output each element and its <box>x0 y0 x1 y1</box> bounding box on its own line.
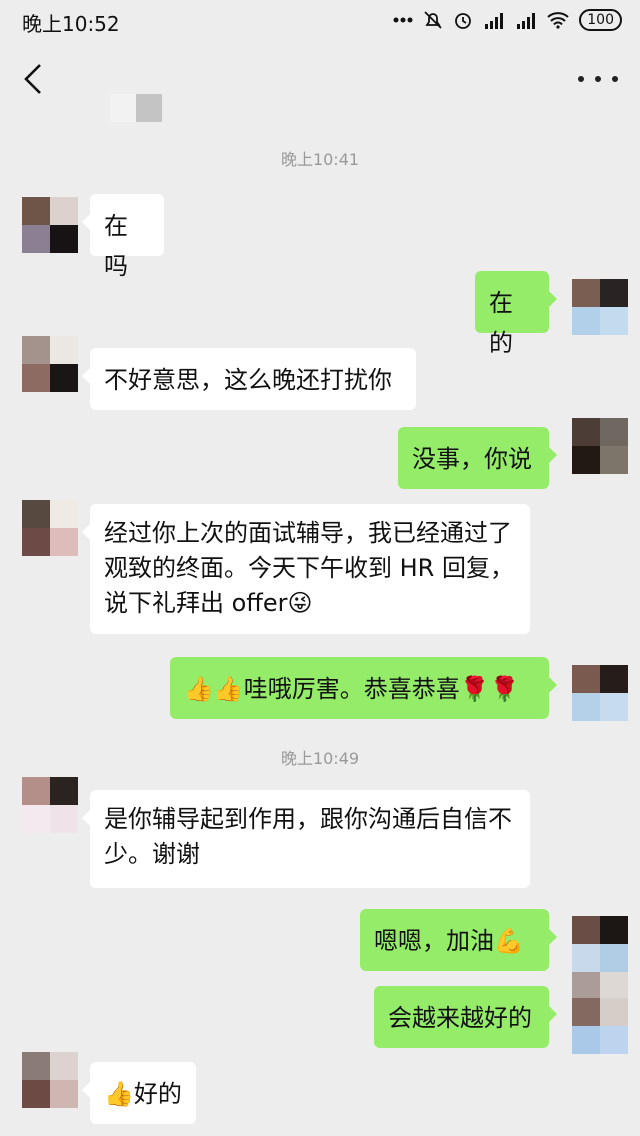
dots-icon <box>393 17 413 23</box>
message-text: 在吗 <box>104 212 128 280</box>
contact-avatar[interactable] <box>22 777 78 833</box>
message-bubble-left[interactable]: 是你辅导起到作用，跟你沟通后自信不 少。谢谢 <box>82 790 530 888</box>
wifi-icon <box>547 12 569 29</box>
my-avatar[interactable] <box>572 279 628 335</box>
contact-avatar[interactable] <box>22 197 78 253</box>
contact-avatar[interactable] <box>22 1052 78 1108</box>
message-text-line: 观致的终面。今天下午收到 HR 回复， <box>104 554 514 582</box>
my-avatar[interactable] <box>572 665 628 721</box>
message-text-line: 是你辅导起到作用，跟你沟通后自信不 <box>104 805 512 833</box>
message-text: 好的 <box>133 1080 182 1108</box>
more-dot-icon <box>578 76 584 82</box>
signal-hd-2-icon <box>517 13 536 29</box>
status-bar: 晚上10:52 100 <box>0 0 640 40</box>
more-options-button[interactable] <box>578 66 618 92</box>
status-time: 晚上10:52 <box>22 12 120 36</box>
message-bubble-right[interactable]: 嗯嗯，加油💪 <box>360 909 557 971</box>
message-bubble-right[interactable]: 没事，你说 <box>398 427 557 489</box>
message-bubble-left[interactable]: 不好意思，这么晚还打扰你 <box>82 348 416 410</box>
more-dot-icon <box>612 76 618 82</box>
my-avatar[interactable] <box>572 418 628 474</box>
signal-hd-icon <box>485 13 504 29</box>
message-bubble-left[interactable]: 经过你上次的面试辅导，我已经通过了 观致的终面。今天下午收到 HR 回复， 说下… <box>82 504 530 634</box>
more-dot-icon <box>595 76 601 82</box>
message-text: 不好意思，这么晚还打扰你 <box>104 366 392 394</box>
message-bubble-left[interactable]: 👍好的 <box>82 1062 196 1124</box>
message-bubble-left[interactable]: 在吗 <box>82 194 164 280</box>
message-bubble-right[interactable]: 会越来越好的 <box>374 986 557 1048</box>
contact-avatar[interactable] <box>22 336 78 392</box>
thumbs-up-emoji-icon: 👍👍 <box>184 675 244 703</box>
my-avatar-lower <box>572 998 628 1054</box>
rose-emoji-icon: 🌹🌹 <box>459 675 520 703</box>
battery-indicator: 100 <box>579 9 622 31</box>
thumbs-up-emoji-icon: 👍 <box>104 1080 134 1108</box>
contact-name-blurred <box>110 94 162 122</box>
back-icon[interactable] <box>20 62 50 96</box>
flexed-biceps-emoji-icon: 💪 <box>494 927 524 955</box>
chat-timestamp: 晚上10:49 <box>280 749 360 768</box>
message-bubble-right[interactable]: 👍👍哇哦厉害。恭喜恭喜🌹🌹 <box>170 657 557 719</box>
status-icons: 100 <box>393 8 622 32</box>
nav-bar <box>0 40 640 122</box>
contact-avatar[interactable] <box>22 500 78 556</box>
message-text-line: 少。谢谢 <box>104 840 200 868</box>
message-text: 没事，你说 <box>412 445 532 473</box>
message-text: 哇哦厉害。恭喜恭喜 <box>243 675 460 703</box>
message-text: 会越来越好的 <box>388 1004 532 1032</box>
my-avatar[interactable] <box>572 916 628 972</box>
wink-emoji-icon: 😜 <box>287 589 313 617</box>
alarm-icon <box>455 13 472 29</box>
message-text-line: 说下礼拜出 offer <box>104 589 288 617</box>
mute-bell-icon <box>424 11 442 29</box>
message-text: 嗯嗯，加油 <box>374 927 494 955</box>
chat-timestamp: 晚上10:41 <box>280 150 360 169</box>
message-text: 在的 <box>489 289 513 357</box>
message-text-line: 经过你上次的面试辅导，我已经通过了 <box>104 519 512 547</box>
message-bubble-right[interactable]: 在的 <box>475 271 557 357</box>
